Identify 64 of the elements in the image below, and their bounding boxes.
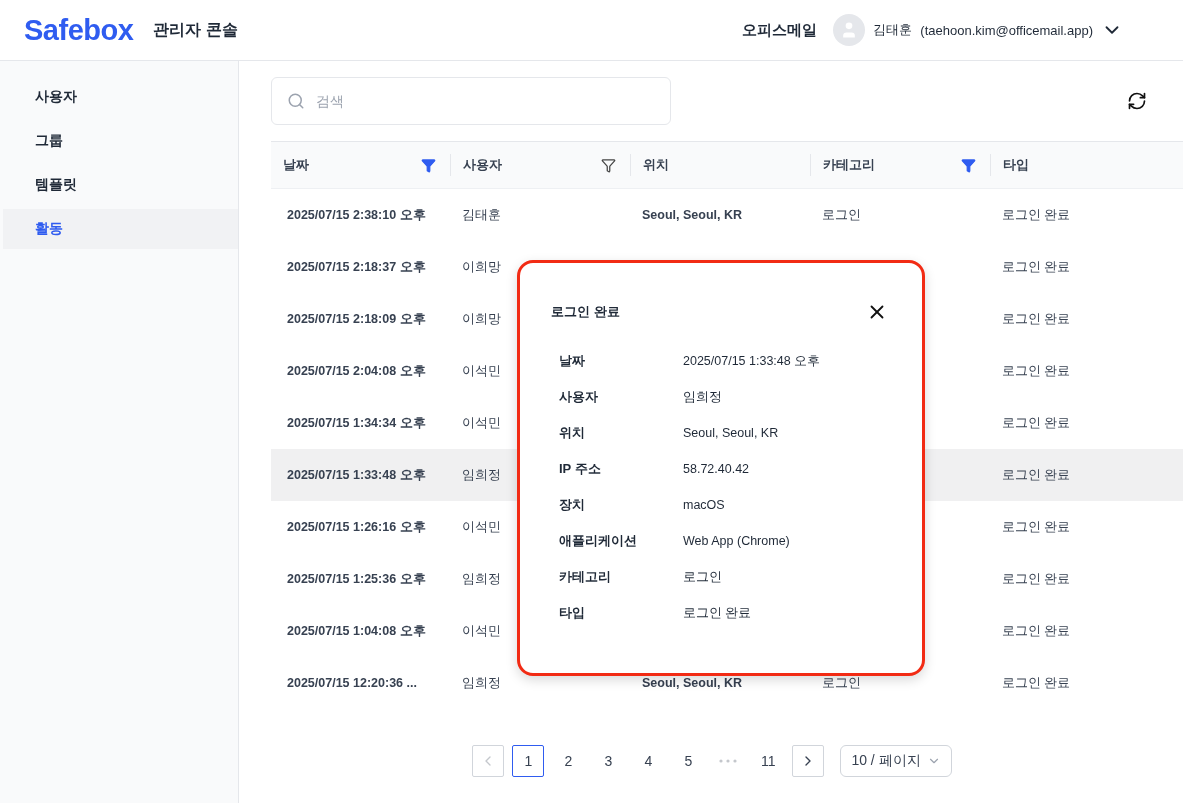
sidebar-item[interactable]: 그룹: [3, 121, 238, 161]
field-value: 로그인: [683, 568, 723, 586]
page-size-select[interactable]: 10 / 페이지: [840, 745, 952, 777]
field-label: 카테고리: [559, 568, 612, 586]
table-cell: 김태훈: [462, 206, 501, 224]
table-cell: 로그인 완료: [1002, 414, 1071, 432]
table-cell: 로그인 완료: [1002, 674, 1071, 692]
table-cell: 로그인: [822, 674, 861, 692]
console-title: 관리자 콘솔: [153, 19, 238, 40]
field-value: Seoul, Seoul, KR: [683, 426, 780, 440]
table-cell: 임희정: [462, 570, 501, 588]
filter-icon[interactable]: [961, 157, 976, 173]
table-cell: 로그인 완료: [1002, 518, 1071, 536]
table-cell: 임희정: [462, 674, 501, 692]
dialog-title: 로그인 완료: [551, 303, 620, 321]
table-cell: 로그인 완료: [1002, 622, 1071, 640]
field-value: 로그인 완료: [683, 604, 753, 622]
table-cell: Seoul, Seoul, KR: [642, 208, 742, 222]
sidebar-item[interactable]: 활동: [3, 209, 238, 249]
field-value: macOS: [683, 498, 726, 512]
sidebar-item[interactable]: 사용자: [3, 77, 238, 117]
field-label: 사용자: [559, 388, 599, 406]
user-name: 김태훈: [873, 21, 913, 39]
table-cell: 이희망: [462, 310, 501, 328]
field-label: 타입: [559, 604, 586, 622]
table-cell: Seoul, Seoul, KR: [642, 676, 742, 690]
column-header: 위치: [643, 156, 669, 174]
field-label: IP 주소: [559, 460, 602, 478]
table-cell: 임희정: [462, 466, 501, 484]
field-value: Web App (Chrome): [683, 534, 791, 548]
field-value: 58.72.40.42: [683, 462, 751, 476]
column-header: 타입: [1003, 156, 1029, 174]
column-header: 카테고리: [823, 156, 875, 174]
table-cell: 로그인 완료: [1002, 310, 1071, 328]
field-value: 2025/07/15 1:33:48 오후: [683, 352, 822, 370]
sidebar-item[interactable]: 템플릿: [3, 165, 238, 205]
field-label: 장치: [559, 496, 586, 514]
refresh-icon: [1127, 91, 1147, 111]
ellipsis-icon: [719, 759, 738, 763]
table-cell: 이석민: [462, 414, 501, 432]
table-cell: 이희망: [462, 258, 501, 276]
column-header: 날짜: [283, 156, 309, 174]
logo: Safebox: [24, 13, 134, 47]
search-field[interactable]: 검색: [271, 77, 671, 125]
filter-icon[interactable]: [421, 157, 436, 173]
column-header: 사용자: [463, 156, 502, 174]
field-label: 애플리케이션: [559, 532, 638, 550]
field-label: 날짜: [559, 352, 586, 370]
user-email: (taehoon.kim@officemail.app): [920, 22, 1093, 38]
field-value: 임희정: [683, 388, 723, 406]
table-cell: 로그인 완료: [1002, 206, 1071, 224]
table-cell: 로그인: [822, 206, 861, 224]
table-cell: 이석민: [462, 362, 501, 380]
page-button[interactable]: 1: [512, 745, 545, 777]
search-icon: [287, 92, 305, 110]
table-cell: 로그인 완료: [1002, 258, 1071, 276]
organization-name: 오피스메일: [742, 20, 818, 40]
field-label: 위치: [559, 424, 586, 442]
filter-icon[interactable]: [601, 157, 616, 173]
table-cell: 로그인 완료: [1002, 466, 1071, 484]
table-cell: 이석민: [462, 622, 501, 640]
table-cell: 로그인 완료: [1002, 362, 1071, 380]
table-cell: 로그인 완료: [1002, 570, 1071, 588]
table-cell: 이석민: [462, 518, 501, 536]
